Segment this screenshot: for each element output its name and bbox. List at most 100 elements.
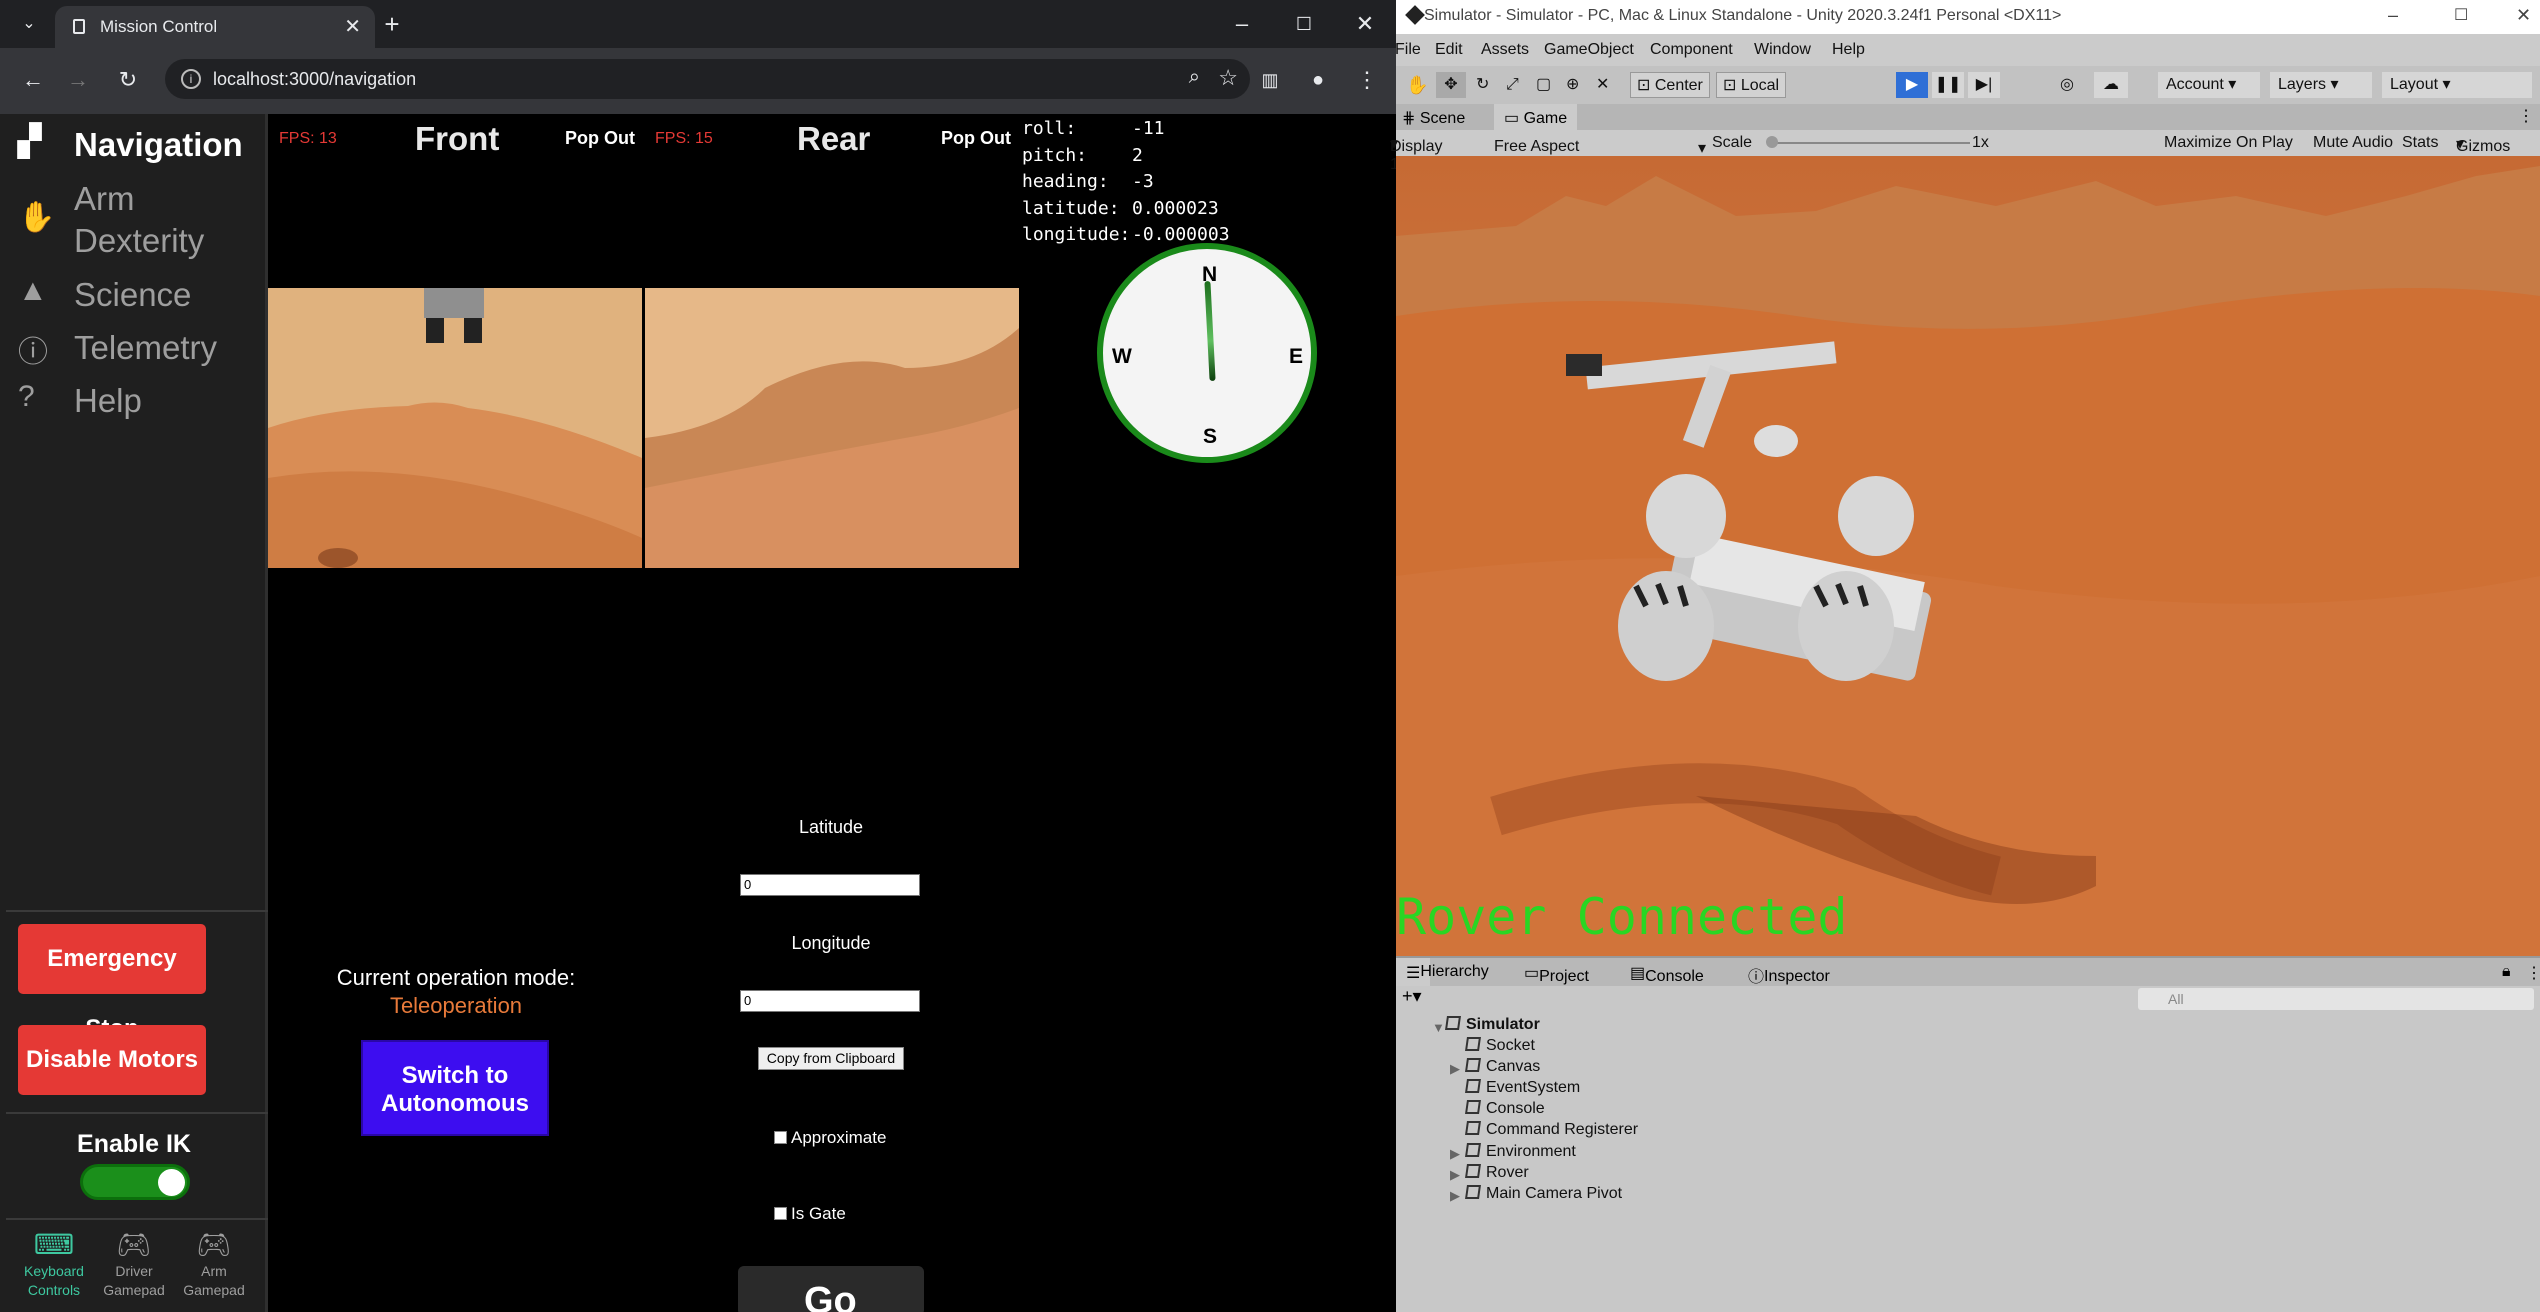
menu-window[interactable]: Window — [1754, 41, 1811, 59]
menu-component[interactable]: Component — [1650, 41, 1733, 59]
close-tab-icon[interactable]: ✕ — [344, 14, 361, 39]
hierarchy-item[interactable]: Rover — [1465, 1164, 1529, 1182]
approximate-checkbox[interactable]: Approximate — [774, 1128, 886, 1148]
panel-menu-icon[interactable]: ⋮ — [2526, 963, 2540, 983]
checkbox-box[interactable] — [774, 1131, 787, 1144]
copy-from-clipboard-button[interactable]: Copy from Clipboard — [758, 1047, 904, 1070]
close-window-icon[interactable]: ✕ — [1350, 9, 1380, 39]
hand-tool-icon[interactable]: ✋ — [1406, 72, 1428, 98]
hierarchy-item[interactable]: Environment — [1465, 1143, 1576, 1161]
switch-to-autonomous-button[interactable]: Switch to Autonomous — [361, 1040, 549, 1136]
tab-inspector[interactable]: ⓘ Inspector — [1748, 963, 1830, 987]
sidebar-item-help[interactable]: ? Help — [18, 380, 142, 419]
hierarchy-search-input[interactable]: All — [2138, 988, 2534, 1010]
reload-icon[interactable]: ↻ — [113, 65, 143, 95]
minimize-icon[interactable]: – — [1227, 9, 1257, 39]
browser-tab[interactable]: Mission Control ✕ — [55, 6, 375, 48]
game-view[interactable]: Rover Connected — [1396, 156, 2540, 956]
go-button[interactable]: Go — [738, 1266, 924, 1312]
scale-tool-icon[interactable]: ⤢ — [1506, 72, 1519, 98]
menu-file[interactable]: File — [1395, 41, 1421, 59]
pause-button[interactable]: ❚❚ — [1932, 72, 1964, 98]
stats-toggle[interactable]: Stats — [2402, 134, 2438, 152]
bookmark-star-icon[interactable]: ☆ — [1218, 65, 1238, 91]
sidebar-item-telemetry[interactable]: ⓘ Telemetry — [18, 327, 217, 371]
keyboard-controls-button[interactable]: ⌨ Keyboard Controls — [14, 1228, 94, 1300]
sidebar-item-science[interactable]: ▲ Science — [18, 274, 191, 313]
sidebar-item-arm-dexterity[interactable]: ✋ Arm Dexterity — [18, 178, 204, 259]
tab-hierarchy[interactable]: ☰ Hierarchy — [1396, 958, 1489, 986]
tab-game[interactable]: ▭ Game — [1494, 104, 1578, 130]
hierarchy-item[interactable]: Socket — [1465, 1037, 1535, 1055]
profile-icon[interactable]: ● — [1303, 65, 1333, 95]
rotate-tool-icon[interactable]: ↻ — [1476, 72, 1489, 98]
new-tab-icon[interactable]: + — [377, 9, 407, 39]
layout-dropdown[interactable]: Layout ▾ — [2382, 72, 2532, 98]
menu-assets[interactable]: Assets — [1481, 41, 1529, 59]
zoom-icon[interactable]: ⌕ — [1189, 66, 1200, 89]
layers-dropdown[interactable]: Layers ▾ — [2270, 72, 2372, 98]
arm-gamepad-button[interactable]: 🎮︎ Arm Gamepad — [174, 1228, 254, 1300]
expand-arrow-icon[interactable]: ▶ — [1450, 1167, 1460, 1183]
latitude-input[interactable]: 0 — [740, 874, 920, 896]
hierarchy-item[interactable]: EventSystem — [1465, 1079, 1580, 1097]
checkbox-box[interactable] — [774, 1207, 787, 1220]
driver-gamepad-button[interactable]: 🎮︎ Driver Gamepad — [94, 1228, 174, 1300]
lock-icon[interactable]: 🔒︎ — [2502, 963, 2511, 981]
tab-console[interactable]: ▤ Console — [1630, 963, 1704, 985]
rect-tool-icon[interactable]: ▢ — [1536, 72, 1551, 98]
collab-icon[interactable]: ◎ — [2060, 72, 2074, 98]
maximize-on-play-toggle[interactable]: Maximize On Play — [2164, 134, 2293, 152]
expand-arrow-icon[interactable]: ▶ — [1450, 1188, 1460, 1204]
rear-pop-out-button[interactable]: Pop Out — [941, 128, 1011, 149]
disable-motors-button[interactable]: Disable Motors — [18, 1025, 206, 1095]
cloud-icon[interactable]: ☁ — [2094, 72, 2128, 98]
hierarchy-item[interactable]: Canvas — [1465, 1058, 1540, 1076]
menu-edit[interactable]: Edit — [1435, 41, 1463, 59]
sidebar-item-navigation[interactable]: ▞ Navigation — [18, 124, 243, 163]
hierarchy-item[interactable]: Console — [1465, 1100, 1545, 1118]
pivot-local-button[interactable]: ⊡ Local — [1716, 72, 1787, 98]
minimize-icon[interactable]: – — [2388, 5, 2398, 26]
url-input[interactable]: i localhost:3000/navigation ⌕ ☆ — [165, 59, 1250, 99]
hierarchy-root-simulator[interactable]: Simulator — [1445, 1016, 1540, 1034]
hierarchy-item[interactable]: Command Registerer — [1465, 1121, 1638, 1139]
menu-kebab-icon[interactable]: ⋮ — [1352, 65, 1382, 95]
front-pop-out-button[interactable]: Pop Out — [565, 128, 635, 149]
tab-project[interactable]: ▭ Project — [1524, 963, 1589, 985]
is-gate-checkbox[interactable]: Is Gate — [774, 1204, 846, 1224]
back-icon[interactable]: ← — [18, 65, 48, 95]
scale-slider[interactable] — [1770, 142, 1970, 144]
expand-arrow-icon[interactable]: ▶ — [1450, 1061, 1460, 1077]
tab-menu-icon[interactable]: ⋮ — [2518, 106, 2534, 126]
tab-search-icon[interactable]: ⌄ — [14, 9, 44, 39]
pivot-center-button[interactable]: ⊡ Center — [1630, 72, 1710, 98]
maximize-icon[interactable]: ☐ — [2454, 5, 2468, 25]
menu-help[interactable]: Help — [1832, 41, 1865, 59]
display-dropdown[interactable]: Display 1 ▾ — [1390, 134, 1442, 173]
forward-icon[interactable]: → — [63, 65, 93, 95]
step-button[interactable]: ▶| — [1968, 72, 2000, 98]
expand-arrow-icon[interactable]: ▶ — [1450, 1146, 1460, 1162]
hierarchy-item[interactable]: Main Camera Pivot — [1465, 1185, 1622, 1203]
transform-tool-icon[interactable]: ⊕ — [1566, 72, 1579, 98]
move-tool-icon[interactable]: ✥ — [1436, 72, 1466, 98]
menu-gameobject[interactable]: GameObject — [1544, 41, 1634, 59]
play-button[interactable]: ▶ — [1896, 72, 1928, 98]
sidepanel-icon[interactable]: ▥ — [1255, 65, 1285, 95]
custom-tool-icon[interactable]: ✕ — [1596, 72, 1609, 98]
mute-audio-toggle[interactable]: Mute Audio — [2313, 134, 2393, 152]
longitude-input[interactable]: 0 — [740, 990, 920, 1012]
close-window-icon[interactable]: ✕ — [2516, 5, 2531, 26]
emergency-stop-button[interactable]: Emergency Stop — [18, 924, 206, 1042]
account-dropdown[interactable]: Account ▾ — [2158, 72, 2260, 98]
scale-slider-handle[interactable] — [1766, 136, 1778, 148]
expand-arrow-icon[interactable]: ▼ — [1432, 1020, 1445, 1035]
enable-ik-toggle[interactable] — [80, 1164, 190, 1200]
add-object-icon[interactable]: +▾ — [1402, 986, 1422, 1007]
maximize-icon[interactable]: ☐ — [1289, 9, 1319, 39]
compass-needle — [1204, 280, 1216, 382]
gizmos-dropdown[interactable]: Gizmos ▾ — [2456, 134, 2510, 155]
tab-scene[interactable]: ⋕ Scene — [1402, 108, 1465, 128]
site-info-icon[interactable]: i — [181, 69, 201, 89]
